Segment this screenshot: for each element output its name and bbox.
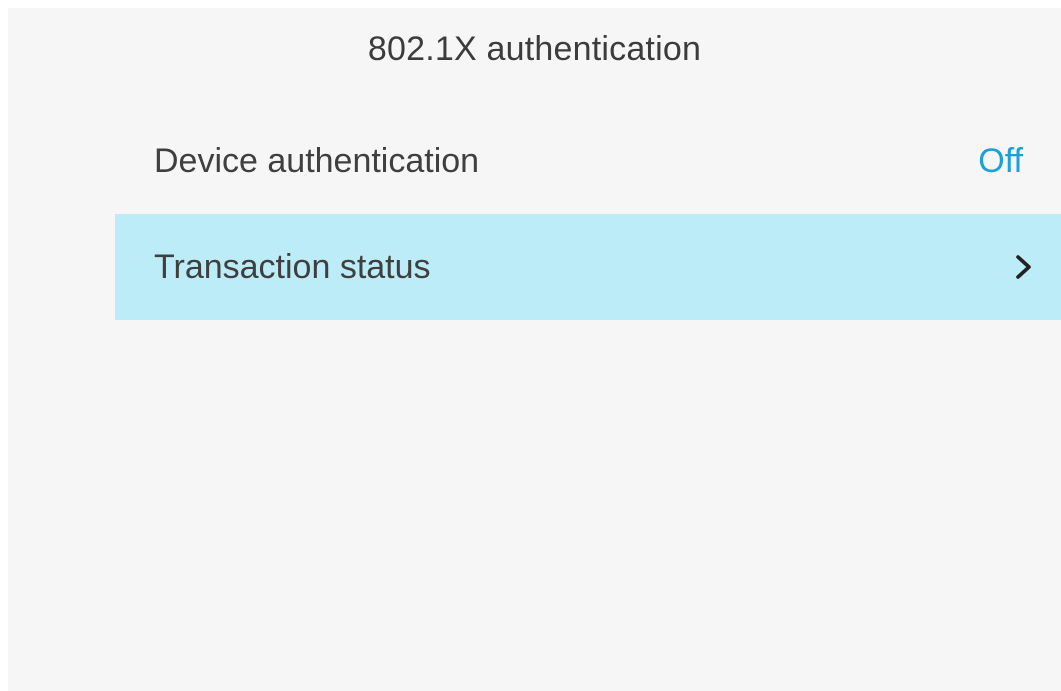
transaction-status-row[interactable]: Transaction status xyxy=(115,214,1061,320)
page-title: 802.1X authentication xyxy=(367,30,702,68)
transaction-status-label: Transaction status xyxy=(154,247,431,286)
chevron-right-icon xyxy=(1016,255,1031,279)
device-authentication-label: Device authentication xyxy=(154,141,480,180)
settings-menu-list: Device authentication Off Transaction st… xyxy=(115,108,1061,320)
settings-screen: 802.1X authentication Device authenticat… xyxy=(8,8,1061,691)
device-authentication-value: Off xyxy=(978,141,1023,180)
device-authentication-row[interactable]: Device authentication Off xyxy=(115,108,1061,214)
